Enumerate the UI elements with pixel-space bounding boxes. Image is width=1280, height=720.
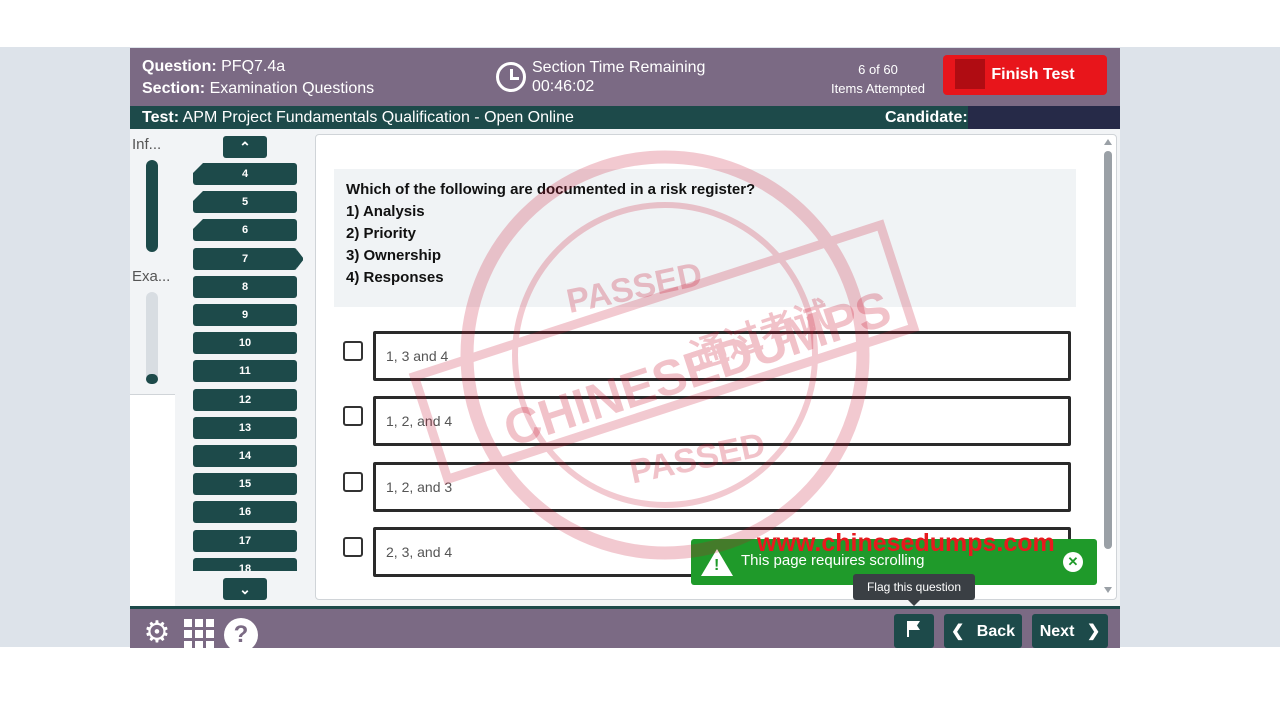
main-scroll-thumb[interactable] bbox=[1104, 151, 1112, 549]
answer-checkbox[interactable] bbox=[343, 341, 363, 361]
question-nav-item[interactable]: 14 bbox=[193, 445, 297, 467]
test-bar: Test: APM Project Fundamentals Qualifica… bbox=[130, 106, 1120, 129]
question-id: PFQ7.4a bbox=[221, 58, 286, 75]
items-attempted: 6 of 60 Items Attempted bbox=[818, 60, 938, 98]
test-label: Test: bbox=[142, 109, 180, 126]
attempted-count: 6 of 60 bbox=[858, 62, 898, 77]
answer-option-box[interactable]: 1, 3 and 4 bbox=[373, 331, 1071, 381]
question-item: 1) Analysis bbox=[346, 203, 425, 220]
question-nav-item[interactable]: 4 bbox=[193, 163, 297, 185]
back-button[interactable]: ❮ Back bbox=[944, 614, 1022, 648]
question-nav-item[interactable]: 15 bbox=[193, 473, 297, 496]
question-item: 2) Priority bbox=[346, 225, 417, 242]
answer-checkbox[interactable] bbox=[343, 537, 363, 557]
footer-bar: ⚙ ? ❮ Back Next ❯ bbox=[130, 606, 1120, 648]
question-nav-item[interactable]: 13 bbox=[193, 416, 297, 439]
answer-option: 1, 2, and 4 bbox=[342, 396, 1072, 446]
finish-test-label: Finish Test bbox=[991, 66, 1075, 83]
answer-option: 1, 2, and 3 bbox=[342, 462, 1072, 512]
chevron-right-icon: ❯ bbox=[1086, 623, 1101, 640]
answer-checkbox[interactable] bbox=[343, 406, 363, 426]
question-item: 3) Ownership bbox=[346, 247, 442, 264]
nav-up-button[interactable]: ⌃ bbox=[223, 136, 267, 158]
test-name: APM Project Fundamentals Qualification -… bbox=[182, 109, 574, 126]
question-label: Question: bbox=[142, 58, 217, 75]
nav-down-button[interactable]: ⌄ bbox=[223, 578, 267, 600]
question-stem: Which of the following are documented in… bbox=[346, 181, 756, 198]
candidate-name-box bbox=[968, 106, 1120, 129]
section-name: Examination Questions bbox=[209, 80, 375, 97]
next-label: Next bbox=[1039, 623, 1075, 640]
question-item: 4) Responses bbox=[346, 269, 444, 286]
question-list: 4 5 6 7 8 9 10 11 12 13 14 15 16 17 18 bbox=[193, 163, 303, 571]
sidebar-info-tab[interactable]: Inf... bbox=[132, 136, 161, 153]
question-box: Which of the following are documented in… bbox=[334, 169, 1076, 307]
info-scrollbar[interactable] bbox=[146, 160, 158, 252]
timer-title: Section Time Remaining bbox=[532, 59, 706, 76]
scroll-up-arrow-icon[interactable] bbox=[1104, 139, 1112, 145]
attempted-corner-icon bbox=[193, 163, 203, 173]
sidebar-exam-tab[interactable]: Exa... bbox=[132, 268, 170, 285]
answer-option-box[interactable]: 1, 2, and 3 bbox=[373, 462, 1071, 512]
sidebar: Inf... Exa... bbox=[130, 132, 175, 606]
answer-option-box[interactable]: 1, 2, and 4 bbox=[373, 396, 1071, 446]
main-scrollbar[interactable] bbox=[1104, 139, 1112, 593]
section-label: Section: bbox=[142, 80, 206, 97]
attempted-corner-icon bbox=[193, 191, 203, 202]
attempted-label: Items Attempted bbox=[831, 81, 925, 96]
flag-tooltip: Flag this question bbox=[853, 574, 975, 606]
timer-value: 00:46:02 bbox=[532, 78, 595, 95]
chevron-left-icon: ❮ bbox=[950, 623, 965, 640]
question-nav-item[interactable]: 11 bbox=[193, 360, 297, 383]
question-nav-item[interactable]: 8 bbox=[193, 275, 297, 298]
redacted-block bbox=[955, 59, 985, 89]
footer-divider bbox=[130, 606, 1120, 609]
question-nav-item[interactable]: 18 bbox=[193, 557, 297, 571]
question-nav-item[interactable]: 10 bbox=[193, 332, 297, 355]
question-nav-item[interactable]: 12 bbox=[193, 388, 297, 411]
flag-icon bbox=[907, 620, 920, 637]
exam-window: Question: PFQ7.4a Section: Examination Q… bbox=[130, 48, 1120, 648]
question-nav-item[interactable]: 16 bbox=[193, 501, 297, 524]
question-nav-item[interactable]: 7 bbox=[193, 247, 303, 270]
warning-icon: ! bbox=[701, 549, 733, 576]
question-nav-item[interactable]: 17 bbox=[193, 529, 297, 552]
current-question-pointer-icon bbox=[297, 249, 303, 268]
exam-scroll-thumb[interactable] bbox=[146, 374, 158, 384]
section-timer: Section Time Remaining 00:46:02 bbox=[496, 58, 705, 96]
close-notification-button[interactable]: ✕ bbox=[1063, 552, 1083, 572]
attempted-corner-icon bbox=[193, 219, 203, 230]
exam-scrollbar[interactable] bbox=[146, 292, 158, 384]
question-nav-item[interactable]: 6 bbox=[193, 219, 297, 242]
question-nav-item[interactable]: 5 bbox=[193, 191, 297, 214]
question-nav-item[interactable]: 9 bbox=[193, 304, 297, 326]
watermark-url: www.chinesedumps.com bbox=[757, 529, 1055, 557]
answer-checkbox[interactable] bbox=[343, 472, 363, 492]
candidate-label: Candidate: bbox=[885, 109, 968, 126]
scroll-down-arrow-icon[interactable] bbox=[1104, 587, 1112, 593]
gear-icon[interactable]: ⚙ bbox=[140, 616, 174, 648]
header-bar: Question: PFQ7.4a Section: Examination Q… bbox=[130, 48, 1120, 106]
question-navigator: ⌃ 4 5 6 7 8 9 10 11 12 13 14 15 16 17 18 ⌄ bbox=[193, 136, 303, 601]
grid-icon[interactable] bbox=[184, 619, 214, 648]
back-label: Back bbox=[976, 623, 1016, 640]
sidebar-panel bbox=[130, 394, 175, 606]
answer-option: 1, 3 and 4 bbox=[342, 331, 1072, 381]
screen: Question: PFQ7.4a Section: Examination Q… bbox=[0, 0, 1280, 720]
next-button[interactable]: Next ❯ bbox=[1032, 614, 1108, 648]
finish-test-button[interactable]: Finish Test bbox=[943, 55, 1107, 95]
help-icon[interactable]: ? bbox=[224, 618, 258, 648]
flag-question-button[interactable] bbox=[894, 614, 934, 648]
clock-icon bbox=[496, 62, 526, 92]
question-info: Question: PFQ7.4a Section: Examination Q… bbox=[142, 56, 374, 100]
